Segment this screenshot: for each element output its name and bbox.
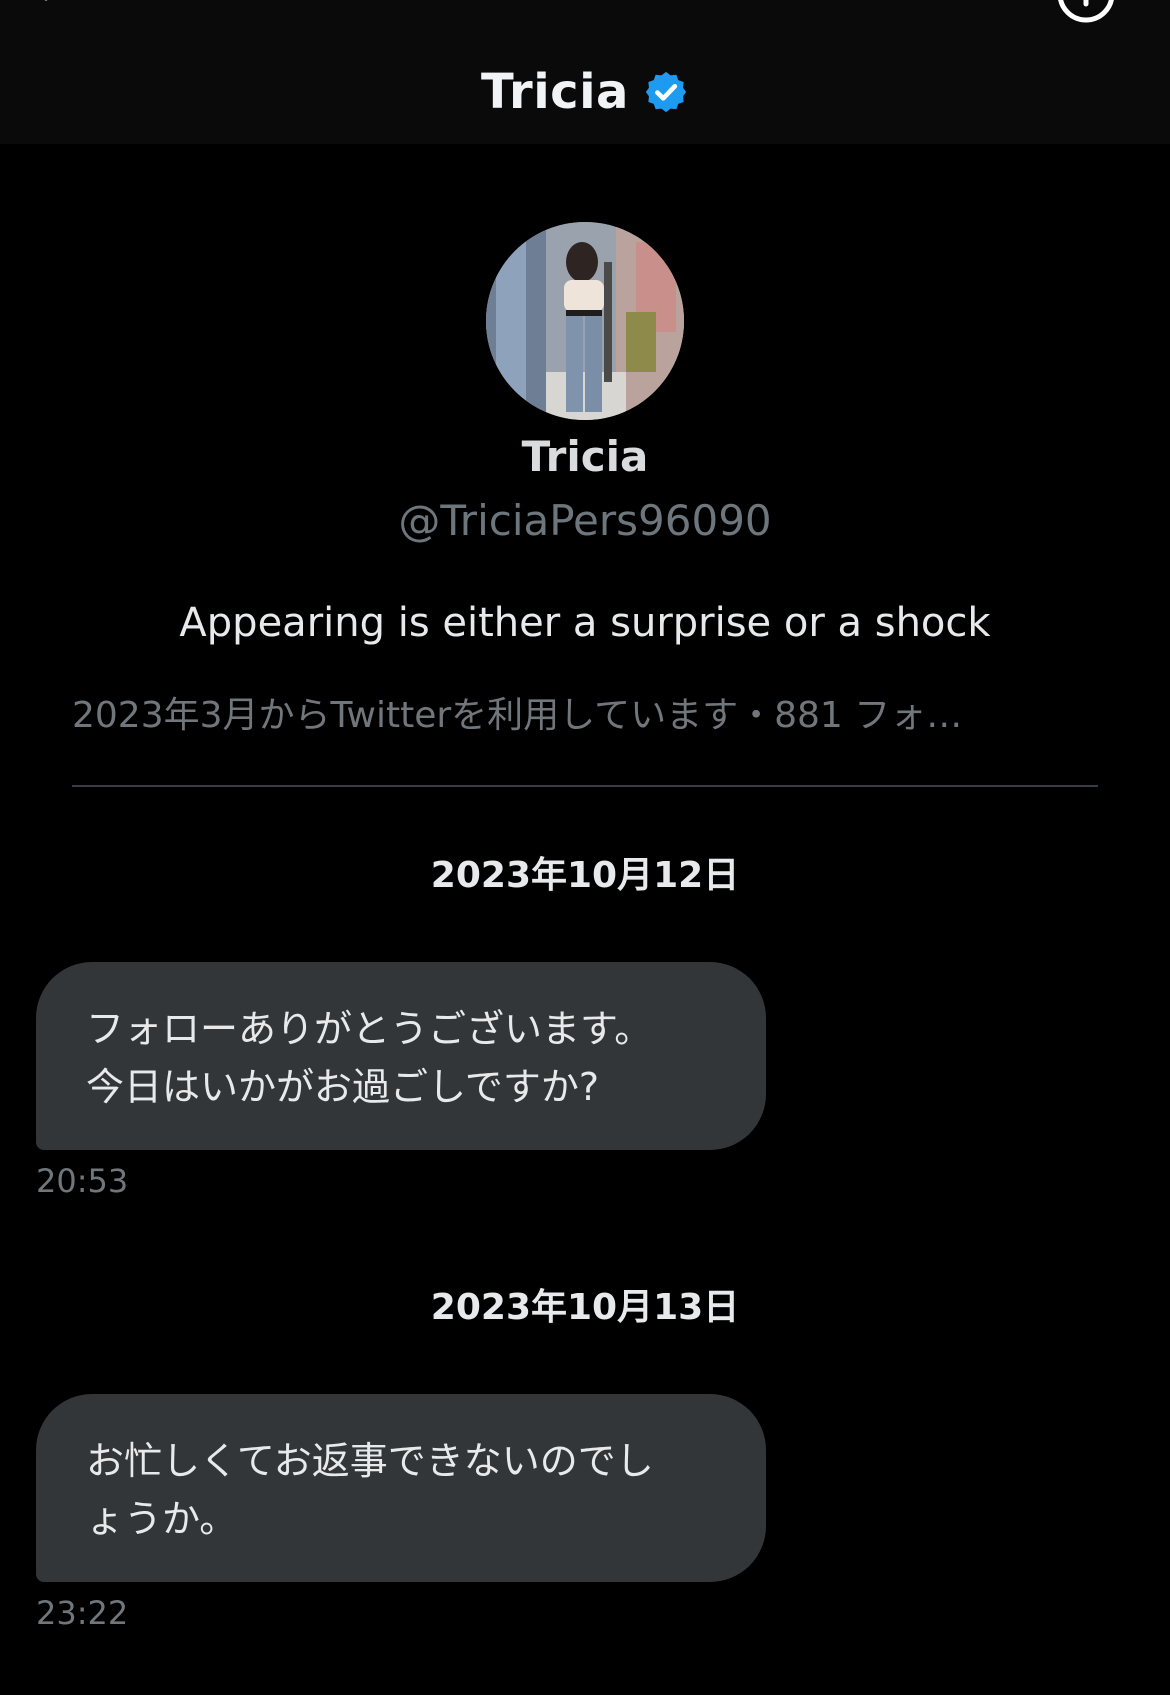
profile-handle: @TriciaPers96090 xyxy=(398,496,772,545)
header-title: Tricia xyxy=(0,52,1170,132)
info-icon[interactable] xyxy=(1054,0,1118,26)
profile-name: Tricia xyxy=(521,432,649,481)
message-time: 23:22 xyxy=(36,1594,129,1632)
divider xyxy=(72,785,1098,787)
profile-meta: 2023年3月からTwitterを利用しています・881 フォ… xyxy=(72,695,963,736)
profile-avatar[interactable] xyxy=(486,222,684,420)
message-time: 20:53 xyxy=(36,1162,129,1200)
date-separator: 2023年10月13日 xyxy=(430,1287,740,1328)
profile-bio: Appearing is either a surprise or a shoc… xyxy=(179,600,991,646)
message-bubble[interactable]: フォローありがとうございます。 今日はいかがお過ごしですか? xyxy=(36,962,766,1150)
date-separator: 2023年10月12日 xyxy=(430,855,740,896)
conversation-header: Tricia xyxy=(0,0,1170,144)
header-name: Tricia xyxy=(481,64,629,120)
message-text: お忙しくてお返事できないのでし ょうか。 xyxy=(86,1439,654,1541)
message-bubble[interactable]: お忙しくてお返事できないのでし ょうか。 xyxy=(36,1394,766,1582)
chevron-left-icon[interactable] xyxy=(34,0,74,16)
verified-badge-icon xyxy=(645,71,687,113)
message-text: フォローありがとうございます。 今日はいかがお過ごしですか? xyxy=(86,1007,653,1109)
